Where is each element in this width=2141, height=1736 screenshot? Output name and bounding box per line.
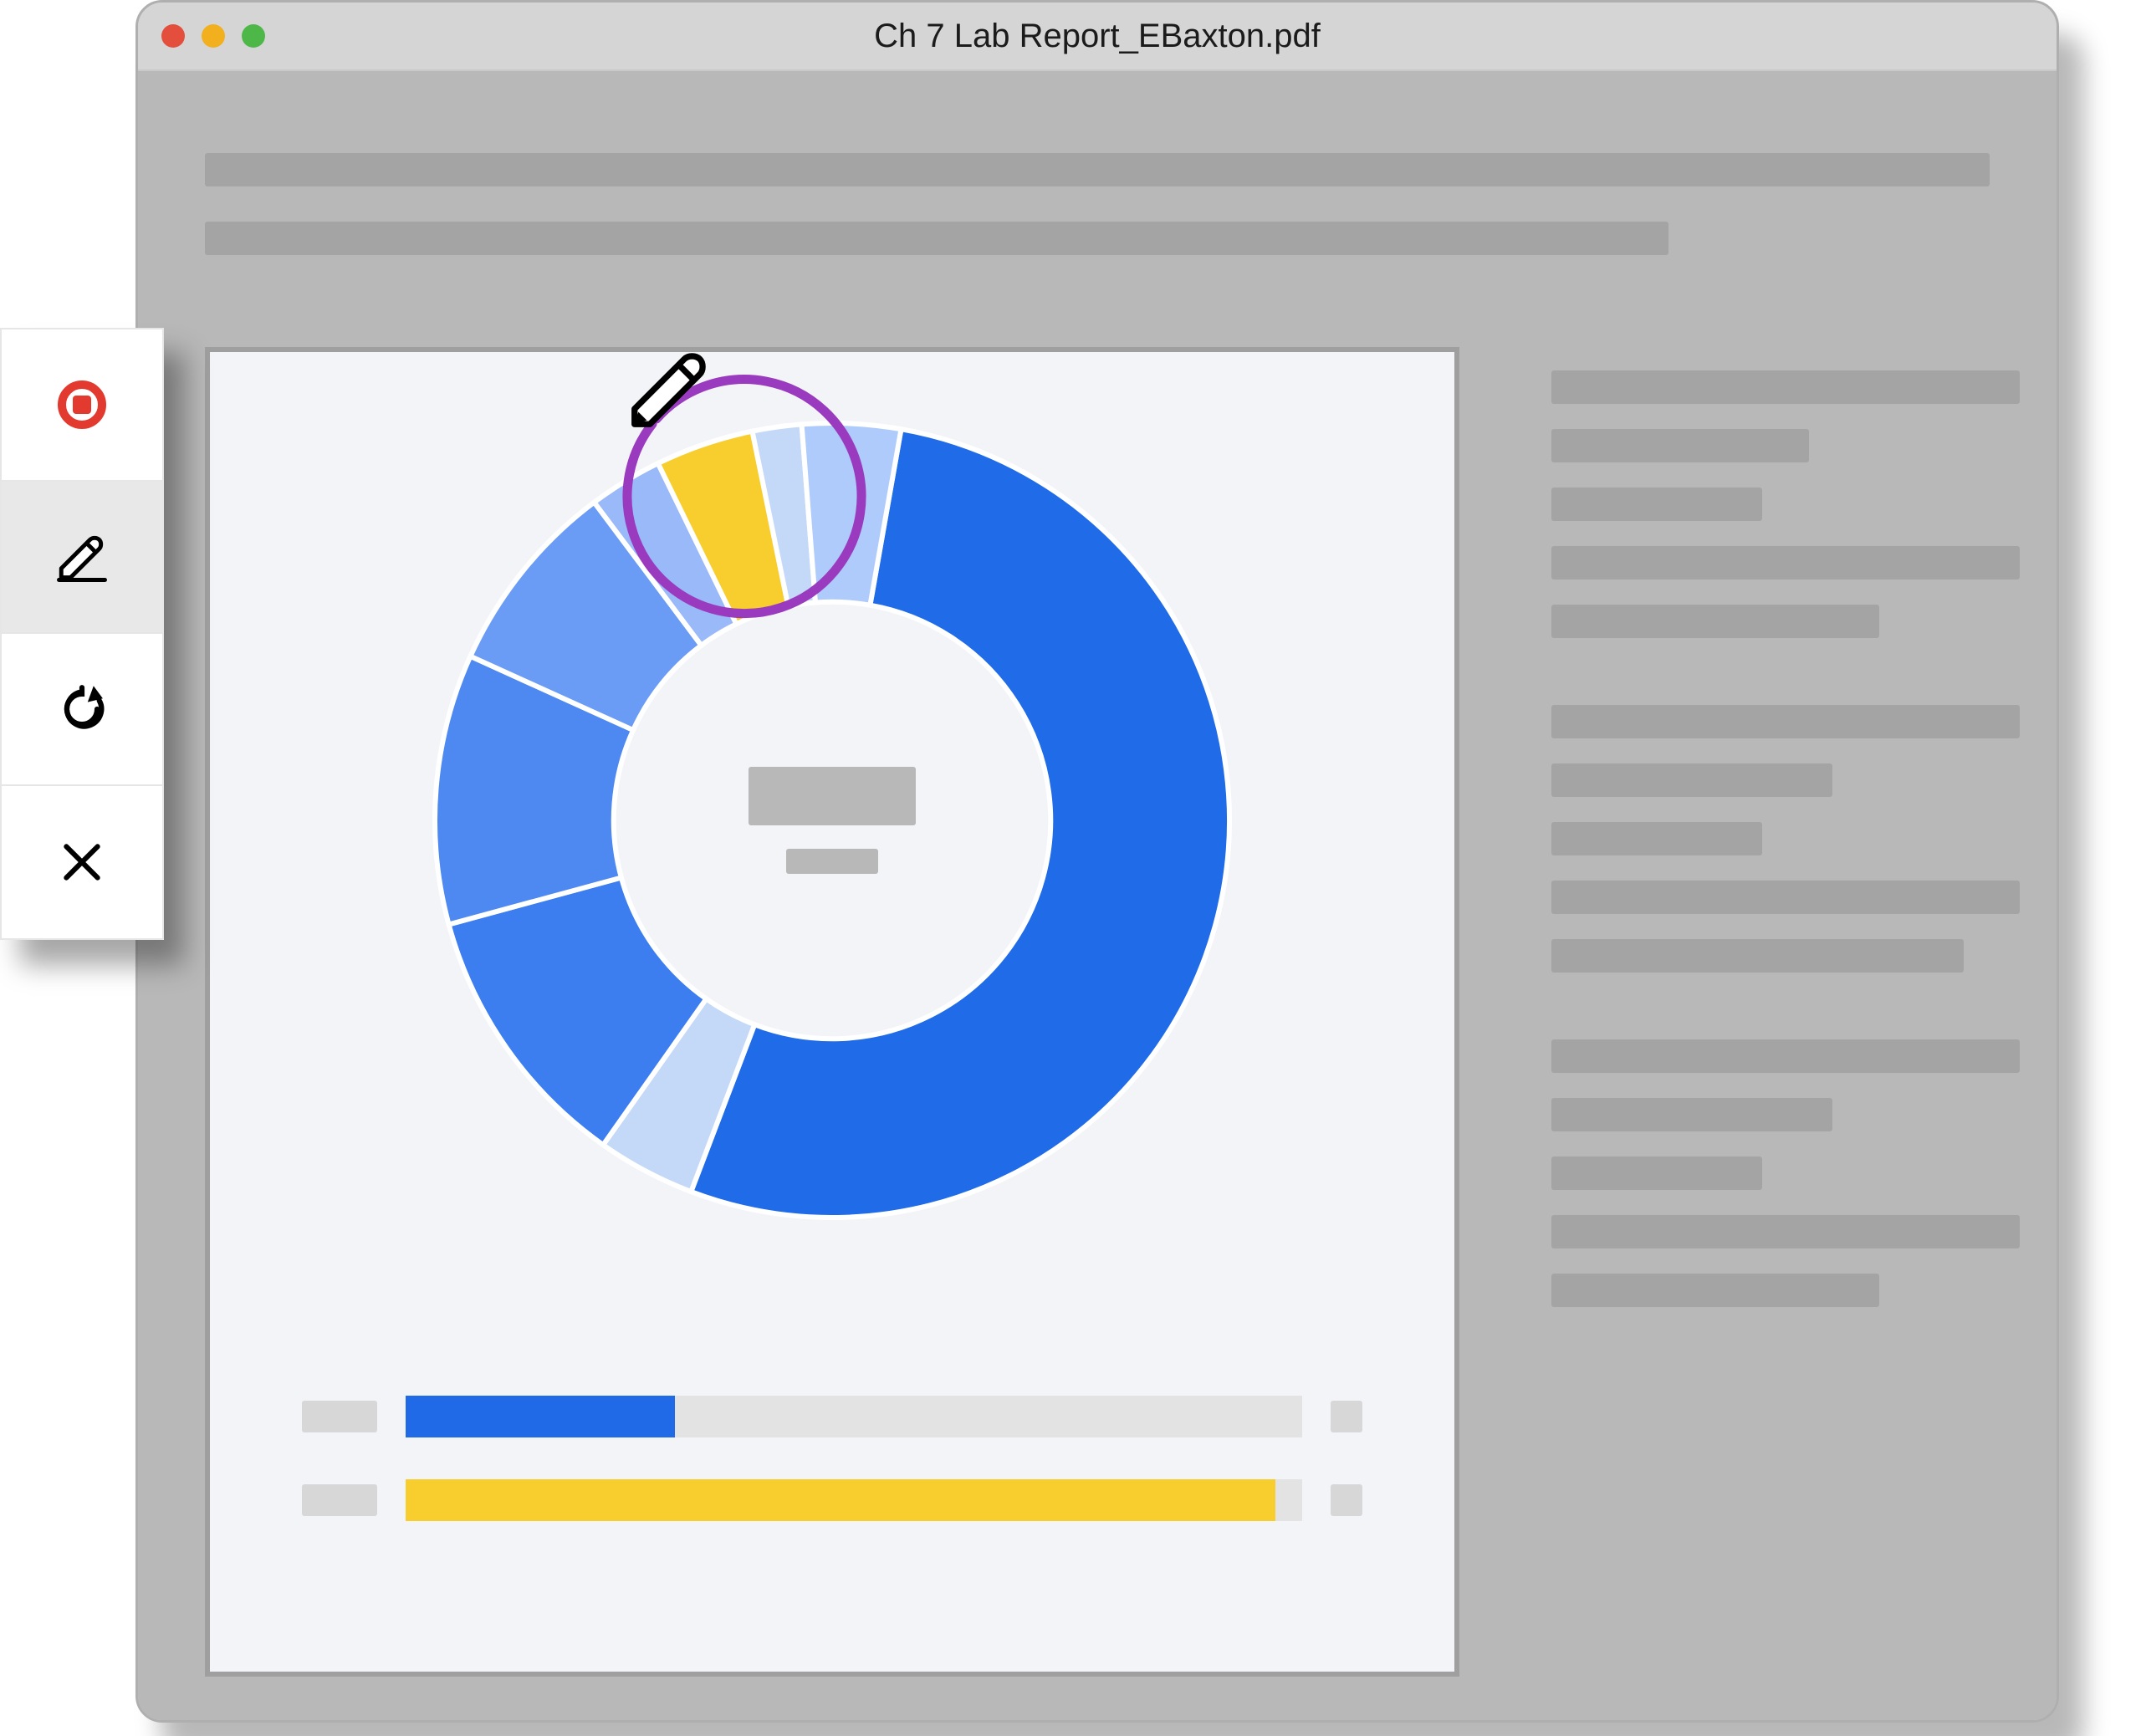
window-title: Ch 7 Lab Report_EBaxton.pdf	[138, 18, 2057, 55]
placeholder-bar	[1551, 822, 1762, 855]
progress-track	[406, 1479, 1302, 1521]
draw-pencil-button[interactable]	[2, 482, 162, 634]
placeholder-bar	[1331, 1484, 1362, 1516]
placeholder-bar	[1551, 1039, 2020, 1073]
redo-button[interactable]	[2, 634, 162, 786]
record-stop-button[interactable]	[2, 329, 162, 482]
traffic-lights	[161, 24, 265, 48]
progress-row	[302, 1396, 1362, 1437]
annotation-toolbar	[0, 328, 164, 940]
placeholder-bar	[1551, 1156, 1762, 1190]
placeholder-bar	[1551, 605, 1879, 638]
window-body	[138, 71, 2057, 1720]
progress-fill-blue	[406, 1396, 675, 1437]
placeholder-bar	[786, 849, 878, 874]
minimize-window-dot[interactable]	[202, 24, 225, 48]
placeholder-bar	[1551, 370, 2020, 404]
placeholder-bar	[1551, 546, 2020, 580]
placeholder-bar	[1331, 1401, 1362, 1432]
progress-bars	[302, 1396, 1362, 1563]
placeholder-bar	[1551, 939, 1964, 973]
placeholder-bar	[302, 1484, 377, 1516]
placeholder-bar	[1551, 488, 1762, 521]
sidebar-placeholder	[1551, 370, 2020, 1332]
maximize-window-dot[interactable]	[242, 24, 265, 48]
titlebar: Ch 7 Lab Report_EBaxton.pdf	[138, 3, 2057, 71]
document-card	[205, 347, 1459, 1677]
placeholder-bar	[1551, 705, 2020, 738]
placeholder-bar	[205, 222, 1668, 255]
progress-fill-yellow	[406, 1479, 1275, 1521]
placeholder-bar	[1551, 1274, 1879, 1307]
placeholder-bar	[1551, 429, 1809, 462]
header-placeholder	[205, 153, 1990, 290]
placeholder-bar	[205, 153, 1990, 186]
placeholder-bar	[1551, 1098, 1832, 1131]
redo-icon	[56, 683, 108, 735]
placeholder-bar	[1551, 1215, 2020, 1248]
progress-track	[406, 1396, 1302, 1437]
progress-row	[302, 1479, 1362, 1521]
placeholder-bar	[302, 1401, 377, 1432]
donut-center-label	[749, 767, 916, 874]
close-button[interactable]	[2, 786, 162, 938]
placeholder-bar	[1551, 881, 2020, 914]
app-window: Ch 7 Lab Report_EBaxton.pdf	[135, 0, 2059, 1723]
close-window-dot[interactable]	[161, 24, 185, 48]
placeholder-bar	[749, 767, 916, 825]
placeholder-bar	[1551, 763, 1832, 797]
pencil-icon	[54, 529, 110, 585]
record-stop-icon	[58, 380, 106, 429]
donut-chart	[414, 402, 1250, 1238]
close-icon	[59, 839, 105, 886]
pencil-icon	[623, 344, 715, 436]
